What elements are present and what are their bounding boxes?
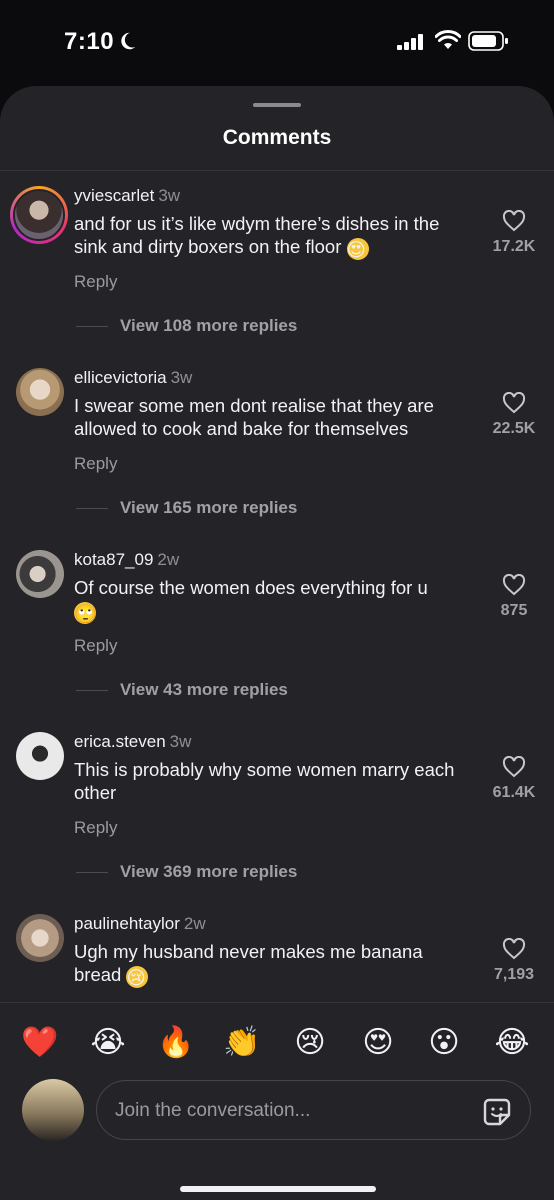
reply-button[interactable]: Reply — [74, 272, 117, 292]
like-count: 875 — [500, 602, 528, 619]
status-time: 7:10 — [64, 28, 115, 55]
like-button[interactable]: 875 — [488, 574, 540, 620]
emoji-loudly-crying-button[interactable]: 😭 — [88, 1023, 128, 1063]
comment-time: 2w — [157, 550, 180, 569]
comment-text: This is probably why some women marry ea… — [74, 759, 455, 803]
comment-meta: ellicevictoria 3w — [74, 368, 192, 388]
view-more-replies[interactable]: View 165 more replies — [76, 498, 297, 518]
view-more-replies[interactable]: View 43 more replies — [76, 680, 288, 700]
reply-button[interactable]: Reply — [74, 454, 117, 474]
view-more-replies[interactable]: View 108 more replies — [76, 316, 297, 336]
like-count: 22.5K — [492, 420, 536, 437]
comment-input[interactable] — [115, 1095, 455, 1127]
avatar[interactable] — [16, 732, 64, 780]
comment-input-container — [96, 1080, 531, 1140]
comment-text: Of course the women does everything for … — [74, 577, 428, 624]
avatar[interactable] — [10, 186, 68, 244]
like-button[interactable]: 7,193 — [488, 938, 540, 984]
comment-time: 3w — [158, 186, 181, 205]
comment-time: 3w — [169, 732, 192, 751]
heart-icon — [502, 574, 526, 596]
emoji-laughing-button[interactable]: 😂 — [492, 1023, 532, 1063]
comment-text: Ugh my husband never makes me banana bre… — [74, 941, 423, 988]
avatar[interactable] — [16, 550, 64, 598]
sheet-title: Comments — [222, 126, 332, 149]
battery-icon — [468, 31, 508, 51]
like-button[interactable]: 61.4K — [488, 756, 540, 802]
comment-text: and for us it’s like wdym there’s dishes… — [74, 213, 440, 260]
comment-time: 3w — [170, 368, 193, 387]
avatar[interactable] — [16, 368, 64, 416]
status-bar: 7:10 — [0, 0, 554, 86]
comment-username[interactable]: yviescarlet — [74, 186, 154, 205]
heart-icon — [502, 392, 526, 414]
comment-list: yviescarlet 3w and for us it’s like wdym … — [0, 186, 554, 996]
view-more-replies[interactable]: View 369 more replies — [76, 862, 297, 882]
comment-meta: paulinehtaylor 2w — [74, 914, 206, 934]
comment-time: 2w — [183, 914, 206, 933]
emoji-clap-button[interactable]: 👏 — [222, 1023, 262, 1063]
sticker-icon[interactable] — [480, 1095, 514, 1129]
reply-button[interactable]: Reply — [74, 818, 117, 838]
emoji-heart-eyes-button[interactable]: 😍 — [358, 1023, 398, 1063]
moon-icon — [121, 32, 136, 50]
heart-icon — [502, 756, 526, 778]
comment-meta: kota87_09 2w — [74, 550, 179, 570]
avatar[interactable] — [16, 914, 64, 962]
emoji-heart-button[interactable]: ❤️ — [20, 1023, 60, 1063]
wifi-icon — [435, 30, 461, 49]
comment-username[interactable]: erica.steven — [74, 732, 166, 751]
signal-icon — [397, 34, 423, 50]
emoji-fire-button[interactable]: 🔥 — [156, 1023, 196, 1063]
reply-button[interactable]: Reply — [74, 636, 117, 656]
sheet-grabber[interactable] — [253, 103, 301, 107]
home-indicator[interactable] — [180, 1186, 376, 1192]
heart-icon — [502, 938, 526, 960]
like-count: 61.4K — [492, 784, 536, 801]
comment-meta: erica.steven 3w — [74, 732, 191, 752]
emoji-crying-button[interactable]: 😢 — [290, 1023, 330, 1063]
emoji-surprised-button[interactable]: 😮 — [424, 1023, 464, 1063]
eye-roll-emoji: 🙄 — [74, 602, 98, 624]
divider — [0, 170, 554, 171]
comment-username[interactable]: ellicevictoria — [74, 368, 167, 387]
like-count: 17.2K — [492, 238, 536, 255]
comment-username[interactable]: kota87_09 — [74, 550, 153, 569]
comment-text: I swear some men dont realise that they … — [74, 395, 434, 439]
avatar[interactable] — [22, 1079, 84, 1141]
like-count: 7,193 — [493, 966, 535, 983]
heart-eyes-emoji: 😍 — [346, 238, 369, 260]
comments-sheet: Comments yviescarlet 3w and for us it’s l… — [0, 86, 554, 1200]
comment-meta: yviescarlet 3w — [74, 186, 180, 206]
like-button[interactable]: 17.2K — [488, 210, 540, 256]
like-button[interactable]: 22.5K — [488, 392, 540, 438]
comment-composer — [0, 1076, 554, 1146]
quick-emoji-bar: ❤️ 😭 🔥 👏 😢 😍 😮 😂 — [0, 1002, 554, 1072]
heart-icon — [502, 210, 526, 232]
crying-emoji: 😢 — [126, 966, 149, 988]
comment-username[interactable]: paulinehtaylor — [74, 914, 180, 933]
